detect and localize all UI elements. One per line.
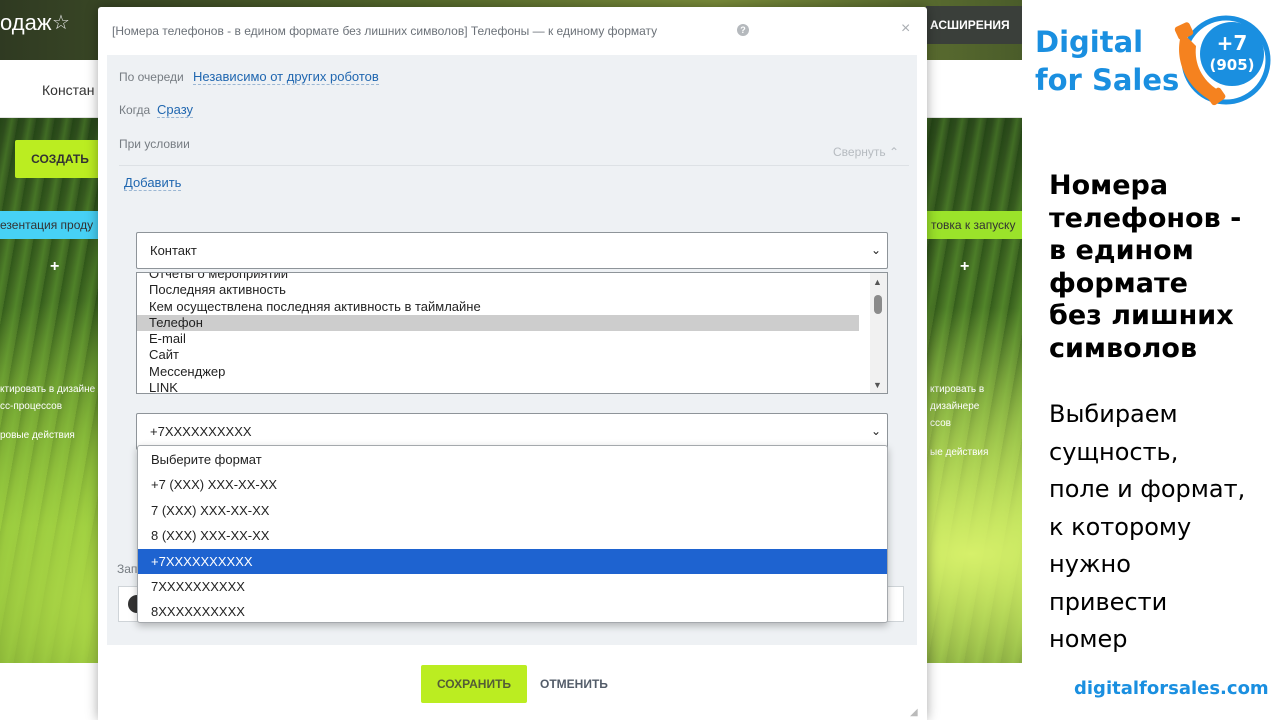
queue-label: По очереди xyxy=(119,70,184,84)
star-icon[interactable]: ☆ xyxy=(52,10,70,35)
format-option[interactable]: Выберите формат xyxy=(138,447,887,472)
format-option[interactable]: 7XXXXXXXXXX xyxy=(138,574,887,599)
format-option[interactable]: 7 (XXX) XXX-XX-XX xyxy=(138,498,887,523)
add-stage-right-icon[interactable]: + xyxy=(960,258,969,276)
format-option[interactable]: +7 (XXX) XXX-XX-XX xyxy=(138,472,887,497)
promo-panel: Digital for Sales +7 (905) Номера телефо… xyxy=(1022,0,1280,720)
scroll-up-icon[interactable]: ▲ xyxy=(873,277,882,287)
app-title: одаж xyxy=(0,10,52,35)
help-icon[interactable]: ? xyxy=(737,24,749,36)
list-item[interactable]: Мессенджер xyxy=(137,364,859,380)
add-condition-link[interactable]: Добавить xyxy=(124,175,182,191)
add-stage-left-icon[interactable]: + xyxy=(50,258,59,276)
format-option[interactable]: 8XXXXXXXXXX xyxy=(138,599,887,624)
format-option[interactable]: 8 (XXX) XXX-XX-XX xyxy=(138,523,887,548)
entity-select-value: Контакт xyxy=(150,243,197,258)
phone-logo-icon: +7 (905) xyxy=(1174,15,1271,106)
dialog-title: [Номера телефонов - в едином формате без… xyxy=(112,24,658,38)
right-stage-text: ктировать в дизайнере ссов ые действия xyxy=(930,384,989,458)
divider xyxy=(119,165,909,166)
when-value-link[interactable]: Сразу xyxy=(157,102,194,118)
format-dropdown-list[interactable]: Выберите формат +7 (XXX) XXX-XX-XX 7 (XX… xyxy=(137,445,888,623)
resize-handle-icon[interactable]: ◢ xyxy=(910,707,918,718)
format-option-highlighted[interactable]: +7XXXXXXXXXX xyxy=(138,548,887,574)
chevron-down-icon: ⌄ xyxy=(870,243,881,257)
when-label: Когда xyxy=(119,103,151,117)
list-item[interactable]: Кем осуществлена последняя активность в … xyxy=(137,299,859,315)
left-stage-text: ктировать в дизайне сс-процессов ровые д… xyxy=(0,384,96,441)
chevron-up-icon: ⌃ xyxy=(888,145,900,159)
logo-bottom-text: (905) xyxy=(1209,56,1254,74)
entity-select[interactable]: Контакт ⌄ xyxy=(136,232,888,269)
list-item[interactable]: Сайт xyxy=(137,347,859,363)
scroll-thumb[interactable] xyxy=(874,295,882,314)
close-icon[interactable]: × xyxy=(901,20,910,38)
promo-body: Выбираем сущность, поле и формат, к кото… xyxy=(1049,400,1246,653)
chevron-down-icon: ⌄ xyxy=(870,424,881,438)
scrollbar[interactable]: ▲ ▼ xyxy=(870,273,887,393)
queue-value-link[interactable]: Независимо от других роботов xyxy=(193,69,379,85)
list-item-selected[interactable]: Телефон xyxy=(137,314,859,332)
list-item[interactable]: Отчеты о мероприятии xyxy=(137,273,859,282)
cancel-button[interactable]: ОТМЕНИТЬ xyxy=(540,665,608,703)
save-button[interactable]: СОХРАНИТЬ xyxy=(421,665,527,703)
list-item[interactable]: E-mail xyxy=(137,331,859,347)
stage-launch-prep: товка к запуску xyxy=(927,211,1022,239)
scroll-down-icon[interactable]: ▼ xyxy=(873,380,882,390)
format-select-value: +7XXXXXXXXXX xyxy=(150,424,252,439)
stage-presentation: езентация проду xyxy=(0,211,98,239)
constructor-tab[interactable]: Констан xyxy=(42,82,94,98)
promo-url[interactable]: digitalforsales.com xyxy=(1074,678,1269,699)
list-item[interactable]: LINK xyxy=(137,380,859,393)
dialog-footer: СОХРАНИТЬ ОТМЕНИТЬ xyxy=(98,645,927,720)
create-button[interactable]: СОЗДАТЬ xyxy=(15,140,105,178)
field-listbox[interactable]: Отчеты о мероприятии Последняя активност… xyxy=(136,272,888,394)
extensions-button[interactable]: АСШИРЕНИЯ xyxy=(926,6,1022,44)
logo-top-text: +7 xyxy=(1217,31,1248,55)
brand-name: Digital for Sales xyxy=(1035,25,1180,97)
collapse-link[interactable]: Свернуть ⌃ xyxy=(833,145,899,159)
list-item[interactable]: Последняя активность xyxy=(137,282,859,298)
condition-label: При условии xyxy=(119,137,190,151)
promo-heading: Номера телефонов - в едином формате без … xyxy=(1049,170,1242,364)
